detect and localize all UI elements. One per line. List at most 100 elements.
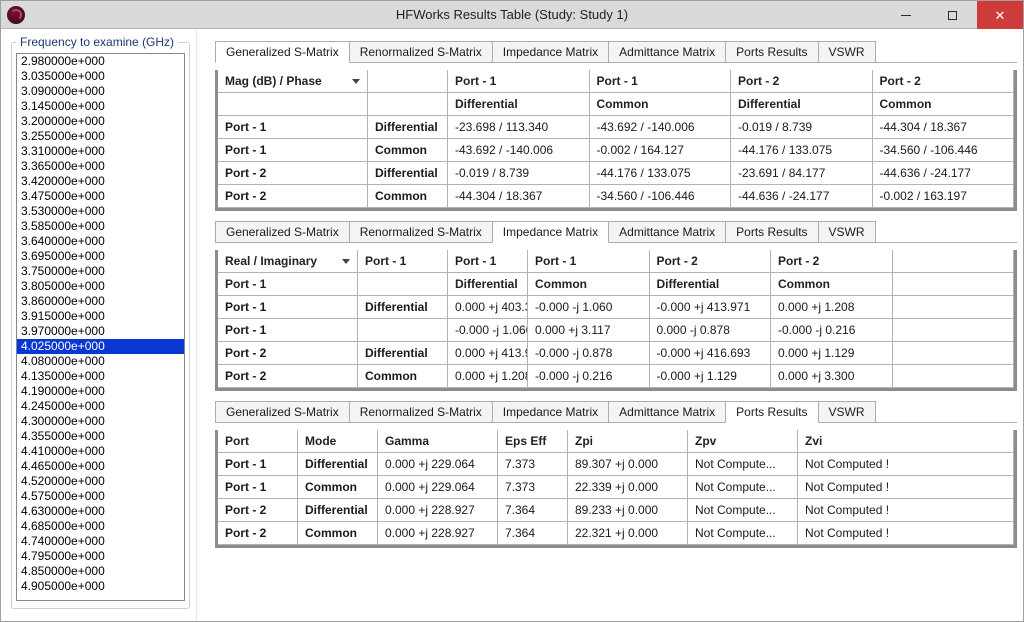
frequency-item[interactable]: 3.640000e+000 (17, 234, 184, 249)
frequency-item[interactable]: 4.850000e+000 (17, 564, 184, 579)
tab-ports-results[interactable]: Ports Results (725, 41, 818, 62)
impedance-selector[interactable]: Real / Imaginary (218, 250, 358, 273)
tab-renormalized-s[interactable]: Renormalized S-Matrix (349, 41, 493, 62)
smatrix-cell: -23.691 / 84.177 (731, 162, 873, 185)
minimize-button[interactable] (883, 1, 929, 29)
tab-vswr[interactable]: VSWR (818, 221, 876, 242)
ports-cell: 0.000 +j 229.064 (378, 476, 498, 499)
impedance-row-mode: Differential (358, 342, 448, 365)
tab-impedance[interactable]: Impedance Matrix (492, 41, 609, 62)
frequency-item[interactable]: 3.970000e+000 (17, 324, 184, 339)
tab-renormalized-s[interactable]: Renormalized S-Matrix (349, 401, 493, 422)
smatrix-cell: -23.698 / 113.340 (448, 116, 590, 139)
frequency-item[interactable]: 4.795000e+000 (17, 549, 184, 564)
ports-cell: Port - 2 (218, 522, 298, 545)
frequency-item[interactable]: 4.520000e+000 (17, 474, 184, 489)
smatrix-row-mode: Differential (368, 162, 448, 185)
impedance-cell: 0.000 +j 1.129 (771, 342, 893, 365)
ports-cell: Not Computed ! (798, 476, 1014, 499)
frequency-item[interactable]: 4.135000e+000 (17, 369, 184, 384)
smatrix-cell: -34.560 / -106.446 (873, 139, 1015, 162)
frequency-item[interactable]: 4.080000e+000 (17, 354, 184, 369)
frequency-item[interactable]: 4.465000e+000 (17, 459, 184, 474)
ports-cell: Not Compute... (688, 476, 798, 499)
smatrix-row-port: Port - 2 (218, 185, 368, 208)
frequency-item[interactable]: 4.300000e+000 (17, 414, 184, 429)
frequency-item[interactable]: 3.145000e+000 (17, 99, 184, 114)
smatrix-row-port: Port - 2 (218, 162, 368, 185)
frequency-item[interactable]: 4.190000e+000 (17, 384, 184, 399)
frequency-item[interactable]: 3.090000e+000 (17, 84, 184, 99)
impedance-row-mode: Common (358, 365, 448, 388)
frequency-item[interactable]: 4.025000e+000 (17, 339, 184, 354)
tab-generalized-s[interactable]: Generalized S-Matrix (215, 401, 350, 422)
frequency-item[interactable]: 3.750000e+000 (17, 264, 184, 279)
frequency-item[interactable]: 2.980000e+000 (17, 54, 184, 69)
impedance-cell: 0.000 +j 403.386 (448, 296, 528, 319)
close-button[interactable]: ✕ (977, 1, 1023, 29)
tab-ports-results-active[interactable]: Ports Results (725, 401, 818, 423)
ports-cell: Not Compute... (688, 499, 798, 522)
frequency-item[interactable]: 3.475000e+000 (17, 189, 184, 204)
tab-admittance[interactable]: Admittance Matrix (608, 41, 726, 62)
frequency-item[interactable]: 3.585000e+000 (17, 219, 184, 234)
impedance-cell: -0.000 +j 413.971 (650, 296, 772, 319)
impedance-pad (893, 250, 1015, 273)
tab-generalized-s[interactable]: Generalized S-Matrix (215, 41, 350, 63)
smatrix-cell: -44.176 / 133.075 (731, 139, 873, 162)
ports-cell: Common (298, 522, 378, 545)
ports-cell: 22.339 +j 0.000 (568, 476, 688, 499)
tab-generalized-s[interactable]: Generalized S-Matrix (215, 221, 350, 242)
frequency-item[interactable]: 4.410000e+000 (17, 444, 184, 459)
frequency-item[interactable]: 4.575000e+000 (17, 489, 184, 504)
frequency-item[interactable]: 3.805000e+000 (17, 279, 184, 294)
tab-ports-results[interactable]: Ports Results (725, 221, 818, 242)
frequency-item[interactable]: 3.530000e+000 (17, 204, 184, 219)
frequency-item[interactable]: 3.695000e+000 (17, 249, 184, 264)
frequency-item[interactable]: 4.740000e+000 (17, 534, 184, 549)
impedance-grid: Real / ImaginaryPort - 1Port - 1Port - 1… (218, 250, 1014, 388)
tab-row-ports: Generalized S-Matrix Renormalized S-Matr… (215, 401, 1017, 423)
frequency-item[interactable]: 3.860000e+000 (17, 294, 184, 309)
tab-admittance[interactable]: Admittance Matrix (608, 401, 726, 422)
maximize-button[interactable] (929, 1, 975, 29)
frequency-item[interactable]: 3.310000e+000 (17, 144, 184, 159)
ports-cell: Port - 1 (218, 476, 298, 499)
ports-cell: 7.373 (498, 476, 568, 499)
smatrix-cell: -44.304 / 18.367 (448, 185, 590, 208)
frequency-item[interactable]: 4.685000e+000 (17, 519, 184, 534)
smatrix-h2 (368, 93, 448, 116)
smatrix-cell: -44.304 / 18.367 (873, 116, 1015, 139)
frequency-item[interactable]: 3.035000e+000 (17, 69, 184, 84)
impedance-col-mode: Differential (650, 273, 772, 296)
tab-impedance-active[interactable]: Impedance Matrix (492, 221, 609, 243)
tab-renormalized-s[interactable]: Renormalized S-Matrix (349, 221, 493, 242)
frequency-item[interactable]: 4.905000e+000 (17, 579, 184, 594)
frequency-item[interactable]: 3.365000e+000 (17, 159, 184, 174)
tab-vswr[interactable]: VSWR (818, 401, 876, 422)
frequency-item[interactable]: 4.355000e+000 (17, 429, 184, 444)
ports-grid: PortModeGammaEps EffZpiZpvZviPort - 1Dif… (218, 430, 1014, 545)
ports-cell: 89.233 +j 0.000 (568, 499, 688, 522)
frequency-item[interactable]: 4.630000e+000 (17, 504, 184, 519)
smatrix-cell: -0.019 / 8.739 (448, 162, 590, 185)
frequency-item[interactable]: 4.245000e+000 (17, 399, 184, 414)
smatrix-cell: -44.176 / 133.075 (590, 162, 732, 185)
smatrix-col-mode: Common (873, 93, 1015, 116)
impedance-cell: 0.000 +j 1.208 (771, 296, 893, 319)
impedance-col-port: Port - 1 (448, 250, 528, 273)
impedance-cell: 0.000 +j 3.117 (528, 319, 650, 342)
ports-cell: Port - 2 (218, 499, 298, 522)
ports-cell: 0.000 +j 228.927 (378, 522, 498, 545)
frequency-item[interactable]: 3.200000e+000 (17, 114, 184, 129)
impedance-cell: -0.000 +j 416.693 (650, 342, 772, 365)
frequency-item[interactable]: 3.255000e+000 (17, 129, 184, 144)
frequency-item[interactable]: 3.915000e+000 (17, 309, 184, 324)
frequency-list[interactable]: 2.980000e+0003.035000e+0003.090000e+0003… (16, 53, 185, 601)
smatrix-selector[interactable]: Mag (dB) / Phase (218, 70, 368, 93)
tab-vswr[interactable]: VSWR (818, 41, 876, 62)
frequency-item[interactable]: 3.420000e+000 (17, 174, 184, 189)
impedance-cell: 0.000 +j 1.208 (448, 365, 528, 388)
tab-impedance[interactable]: Impedance Matrix (492, 401, 609, 422)
tab-admittance[interactable]: Admittance Matrix (608, 221, 726, 242)
